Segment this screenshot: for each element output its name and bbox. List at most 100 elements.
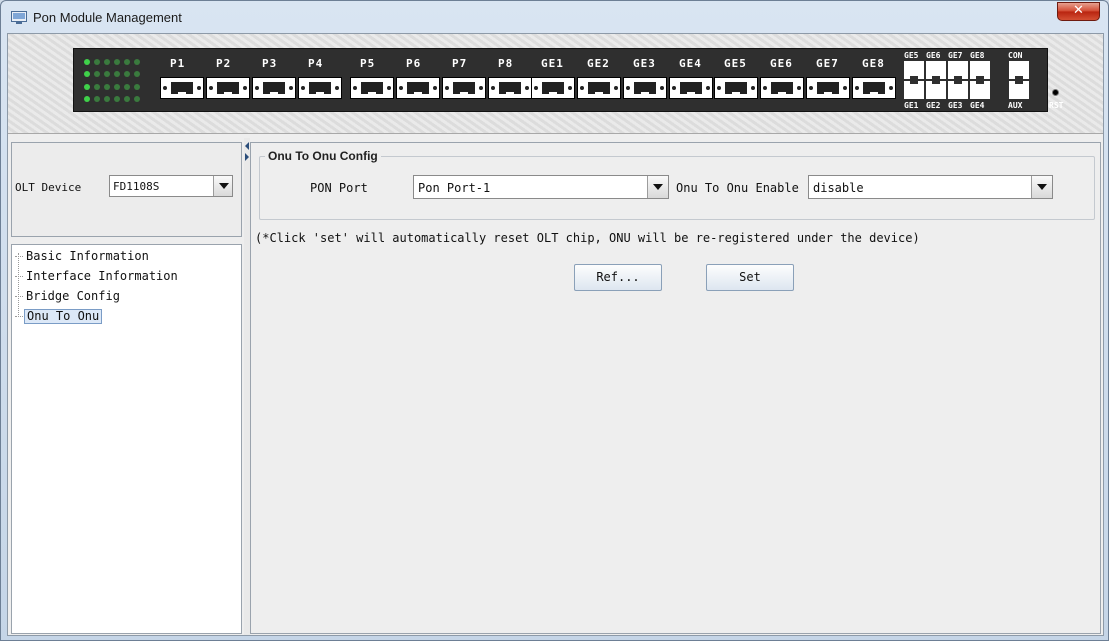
port-ge3[interactable] (623, 77, 667, 99)
status-led (94, 95, 100, 102)
rst-label: RST (1049, 101, 1064, 110)
port-label: P4 (308, 57, 324, 70)
onu-to-onu-config-group: Onu To Onu Config PON Port Pon Port-1 On… (259, 149, 1095, 220)
port-p1[interactable] (160, 77, 204, 99)
status-led (134, 59, 140, 65)
reset-button[interactable] (1052, 89, 1059, 96)
status-led (114, 95, 120, 102)
olt-device-panel: OLT Device FD1108S (11, 142, 242, 237)
chevron-down-icon[interactable] (213, 176, 232, 196)
port-label: GE3 (633, 57, 656, 70)
status-led (84, 95, 90, 102)
rj45-top-label: GE8 (970, 51, 985, 60)
status-led (104, 83, 110, 90)
nav-tree: Basic Information Interface Information … (11, 244, 242, 634)
port-label: GE7 (816, 57, 839, 70)
status-led (94, 71, 100, 78)
status-led (84, 83, 90, 90)
port-p2[interactable] (206, 77, 250, 99)
status-led (84, 59, 90, 65)
status-led (104, 59, 110, 65)
status-led (134, 95, 140, 102)
rj45-bottom-label: GE3 (948, 101, 963, 110)
con-port[interactable] (1009, 61, 1029, 80)
rj45-bottom-label: GE1 (904, 101, 919, 110)
rj45-port-ge5[interactable] (904, 61, 924, 80)
collapse-right-icon[interactable] (245, 153, 249, 161)
olt-device-value: FD1108S (113, 180, 160, 193)
port-ge6[interactable] (760, 77, 804, 99)
client-area: P1 P2 P3 P4 P5 P6 P7 P8 GE1 GE2 GE3 GE4 GE5 GE6 GE7 GE8… (7, 33, 1104, 636)
status-led (114, 71, 120, 78)
refresh-button[interactable]: Ref... (574, 264, 662, 291)
olt-device-label: OLT Device (15, 181, 82, 194)
chevron-down-icon[interactable] (1031, 176, 1052, 198)
port-p5[interactable] (350, 77, 394, 99)
main-panel: Onu To Onu Config PON Port Pon Port-1 On… (250, 142, 1101, 634)
rj45-port-ge1[interactable] (904, 80, 924, 99)
collapse-left-icon[interactable] (245, 142, 249, 150)
port-ge2[interactable] (577, 77, 621, 99)
pon-port-select[interactable]: Pon Port-1 (413, 175, 669, 199)
port-ge1[interactable] (531, 77, 575, 99)
port-label: GE8 (862, 57, 885, 70)
rj45-port-ge8[interactable] (970, 61, 990, 80)
port-ge5[interactable] (714, 77, 758, 99)
port-label: P2 (216, 57, 232, 70)
port-label: P1 (170, 57, 186, 70)
pon-port-value: Pon Port-1 (418, 181, 491, 195)
status-led (114, 83, 120, 90)
rj45-port-ge6[interactable] (926, 61, 946, 80)
port-label: P3 (262, 57, 278, 70)
close-button[interactable]: ✕ (1057, 2, 1100, 21)
status-leds (84, 59, 144, 105)
status-led (94, 83, 100, 90)
port-p3[interactable] (252, 77, 296, 99)
port-ge8[interactable] (852, 77, 896, 99)
port-p4[interactable] (298, 77, 342, 99)
port-ge4[interactable] (669, 77, 713, 99)
port-label: GE6 (770, 57, 793, 70)
port-p6[interactable] (396, 77, 440, 99)
pon-port-label: PON Port (310, 181, 368, 195)
status-led (124, 59, 130, 65)
port-p8[interactable] (488, 77, 532, 99)
window-title: Pon Module Management (33, 10, 182, 25)
onu-to-onu-enable-value: disable (813, 181, 864, 195)
chevron-down-icon[interactable] (647, 176, 668, 198)
port-label: GE5 (724, 57, 747, 70)
port-label: P5 (360, 57, 376, 70)
status-led (124, 95, 130, 102)
set-button[interactable]: Set (706, 264, 794, 291)
status-led (134, 71, 140, 78)
status-led (104, 95, 110, 102)
aux-label: AUX (1008, 101, 1023, 110)
status-led (124, 83, 130, 90)
port-ge7[interactable] (806, 77, 850, 99)
rj45-top-label: GE7 (948, 51, 963, 60)
onu-to-onu-enable-select[interactable]: disable (808, 175, 1053, 199)
port-label: GE2 (587, 57, 610, 70)
app-window: Pon Module Management ✕ P1 P2 P3 P4 P5 P6 P7 P8… (0, 0, 1109, 641)
olt-device-select[interactable]: FD1108S (109, 175, 233, 197)
port-label: P8 (498, 57, 514, 70)
status-led (124, 71, 130, 78)
rj45-port-ge4[interactable] (970, 80, 990, 99)
group-title: Onu To Onu Config (265, 149, 381, 163)
port-p7[interactable] (442, 77, 486, 99)
port-label: GE4 (679, 57, 702, 70)
rj45-top-label: GE5 (904, 51, 919, 60)
status-led (94, 59, 100, 65)
port-label: P6 (406, 57, 422, 70)
rj45-port-ge3[interactable] (948, 80, 968, 99)
rj45-bottom-label: GE4 (970, 101, 985, 110)
rj45-port-ge2[interactable] (926, 80, 946, 99)
aux-port[interactable] (1009, 80, 1029, 99)
con-label: CON (1008, 51, 1023, 60)
port-label: P7 (452, 57, 468, 70)
olt-chassis: P1 P2 P3 P4 P5 P6 P7 P8 GE1 GE2 GE3 GE4 GE5 GE6 GE7 GE8… (73, 48, 1063, 112)
reset-warning-note: (*Click 'set' will automatically reset O… (255, 231, 920, 245)
status-led (134, 83, 140, 90)
status-led (84, 71, 90, 78)
rj45-port-ge7[interactable] (948, 61, 968, 80)
